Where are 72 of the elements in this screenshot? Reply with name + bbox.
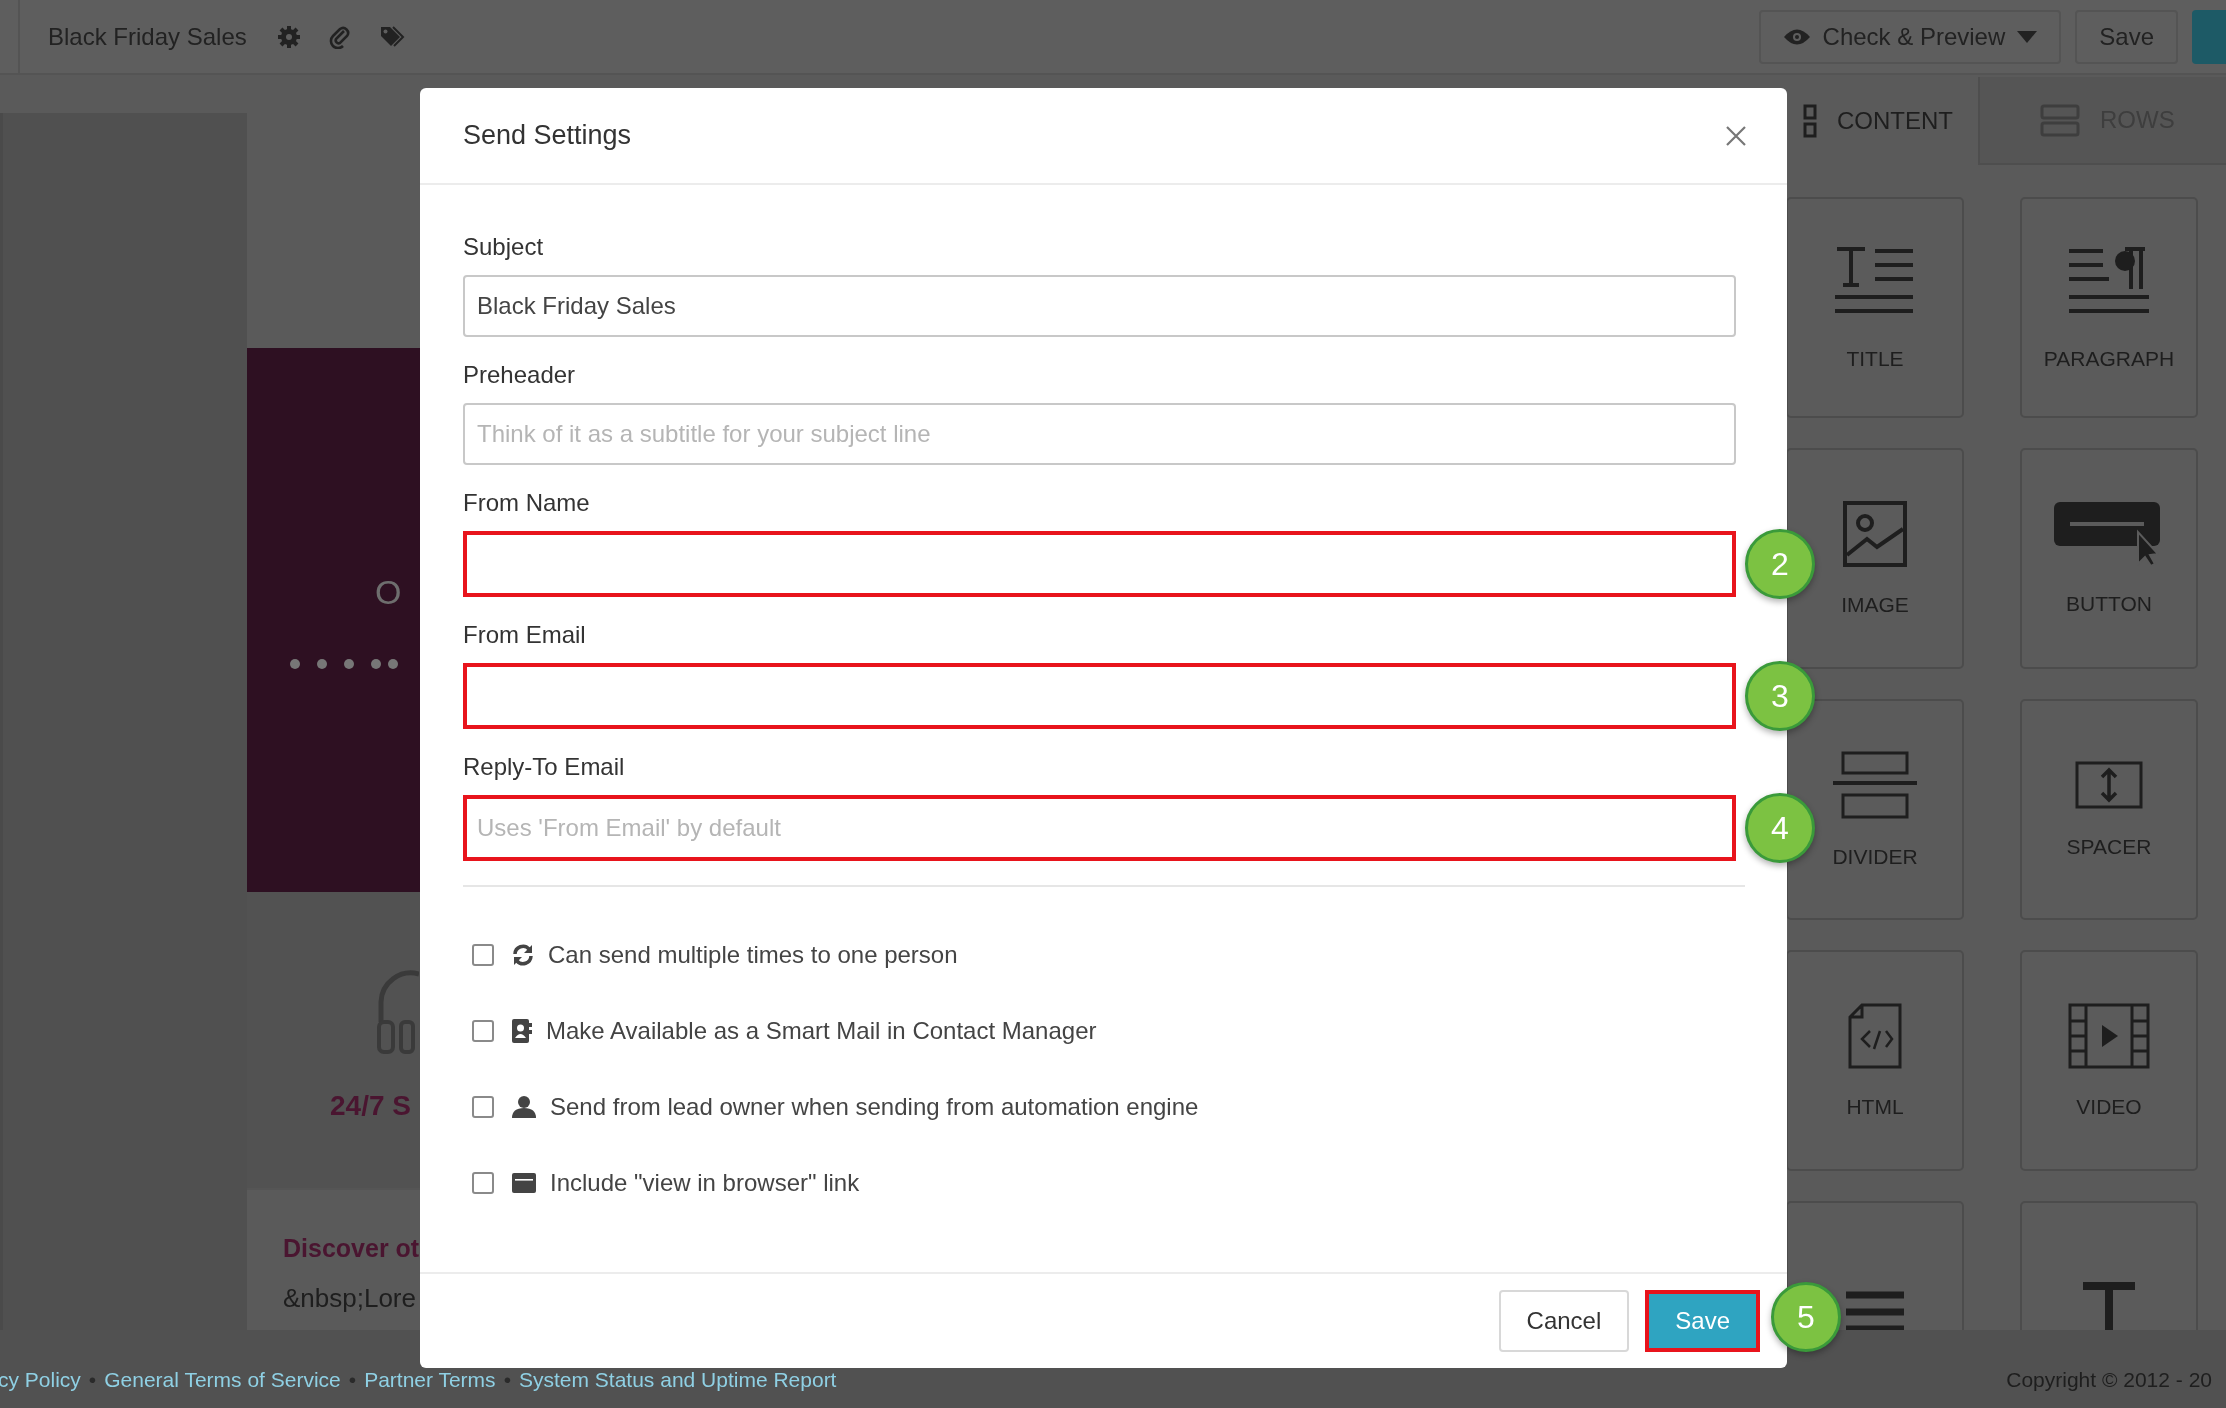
option-label: Can send multiple times to one person bbox=[548, 941, 958, 969]
field-label: Reply-To Email bbox=[463, 753, 626, 781]
field-label: From Email bbox=[463, 621, 587, 649]
content-block-tile[interactable]: BUTTON bbox=[2020, 448, 2198, 669]
input-field[interactable]: Uses 'From Email' by default bbox=[463, 795, 1736, 861]
input-field[interactable]: Black Friday Sales bbox=[463, 275, 1736, 337]
content-block-tile[interactable]: SPACER bbox=[2020, 699, 2198, 920]
content-block-tile[interactable]: TITLE bbox=[1786, 197, 1964, 418]
checkbox[interactable] bbox=[472, 1096, 494, 1118]
address-book-icon bbox=[512, 1019, 532, 1043]
checkbox[interactable] bbox=[472, 1020, 494, 1042]
spacer-icon bbox=[2075, 760, 2143, 809]
tile-label: IMAGE bbox=[1841, 592, 1909, 617]
footer-link[interactable]: System Status and Uptime Report bbox=[519, 1368, 837, 1392]
image-icon bbox=[1843, 500, 1907, 567]
tile-label: HTML bbox=[1846, 1094, 1904, 1119]
step-number-badge: 5 bbox=[1771, 1282, 1841, 1352]
person-icon bbox=[512, 1096, 536, 1118]
step-number-badge: 4 bbox=[1745, 793, 1815, 863]
browser-window-icon bbox=[512, 1173, 536, 1193]
content-block-tile[interactable]: VIDEO bbox=[2020, 950, 2198, 1171]
tile-label: SPACER bbox=[2066, 834, 2152, 859]
tile-label: TITLE bbox=[1846, 346, 1904, 371]
tile-label: PARAGRAPH bbox=[2043, 346, 2175, 371]
check-preview-button[interactable]: Check & Preview bbox=[1758, 9, 2062, 64]
hero-text: O bbox=[375, 573, 402, 612]
divider-icon bbox=[1833, 750, 1917, 819]
option-label: Make Available as a Smart Mail in Contact Manager bbox=[546, 1017, 1097, 1045]
carousel-dots-icon bbox=[289, 658, 399, 670]
close-icon[interactable] bbox=[1725, 124, 1747, 147]
cancel-button[interactable]: Cancel bbox=[1498, 1290, 1630, 1352]
support-heading: 24/7 S bbox=[330, 1090, 411, 1122]
lines-icon bbox=[1846, 1290, 1904, 1330]
content-block-tile[interactable]: IMAGE bbox=[1786, 448, 1964, 669]
step-number-badge: 3 bbox=[1745, 661, 1815, 731]
tile-label: VIDEO bbox=[2076, 1094, 2142, 1119]
input-field[interactable] bbox=[463, 531, 1736, 597]
bullet-separator: • bbox=[88, 1368, 97, 1392]
caret-icon bbox=[2017, 30, 2038, 43]
checkbox[interactable] bbox=[472, 944, 494, 966]
field-label: From Name bbox=[463, 489, 591, 517]
grid-icon bbox=[1803, 104, 1817, 138]
content-block-tile[interactable]: PARAGRAPH bbox=[2020, 197, 2198, 418]
code-file-icon bbox=[1848, 1002, 1902, 1069]
option-label: Send from lead owner when sending from automation engine bbox=[550, 1093, 1199, 1121]
film-icon bbox=[2068, 1002, 2150, 1069]
paperclip-icon[interactable] bbox=[328, 24, 351, 49]
tile-label: DIVIDER bbox=[1832, 844, 1918, 869]
section-heading: Discover ot bbox=[283, 1234, 420, 1263]
save-button[interactable]: Save bbox=[2075, 9, 2178, 64]
letter-icon bbox=[2080, 1279, 2138, 1330]
content-block-tile[interactable]: HTML bbox=[1786, 950, 1964, 1171]
dialog-title: Send Settings bbox=[463, 120, 632, 151]
bullet-separator: • bbox=[503, 1368, 511, 1392]
tile-label: BUTTON bbox=[2066, 591, 2152, 616]
input-field[interactable]: Think of it as a subtitle for your subject line bbox=[463, 403, 1736, 465]
save-button[interactable]: Save bbox=[1645, 1290, 1760, 1352]
option-label: Include "view in browser" link bbox=[550, 1169, 860, 1197]
body-text: &nbsp;Lore bbox=[283, 1283, 416, 1314]
document-title: Black Friday Sales bbox=[48, 22, 247, 51]
step-number-badge: 2 bbox=[1745, 529, 1815, 599]
checkbox[interactable] bbox=[472, 1172, 494, 1194]
input-field[interactable] bbox=[463, 663, 1736, 729]
footer-link[interactable]: General Terms of Service bbox=[104, 1368, 341, 1392]
field-label: Subject bbox=[463, 233, 545, 261]
eye-icon bbox=[1782, 27, 1811, 46]
bullet-separator: • bbox=[348, 1368, 357, 1392]
refresh-icon bbox=[512, 944, 534, 966]
field-label: Preheader bbox=[463, 361, 577, 389]
tags-icon[interactable] bbox=[378, 24, 405, 49]
footer-link[interactable]: Partner Terms bbox=[364, 1368, 496, 1392]
settings-icon[interactable] bbox=[276, 24, 301, 49]
